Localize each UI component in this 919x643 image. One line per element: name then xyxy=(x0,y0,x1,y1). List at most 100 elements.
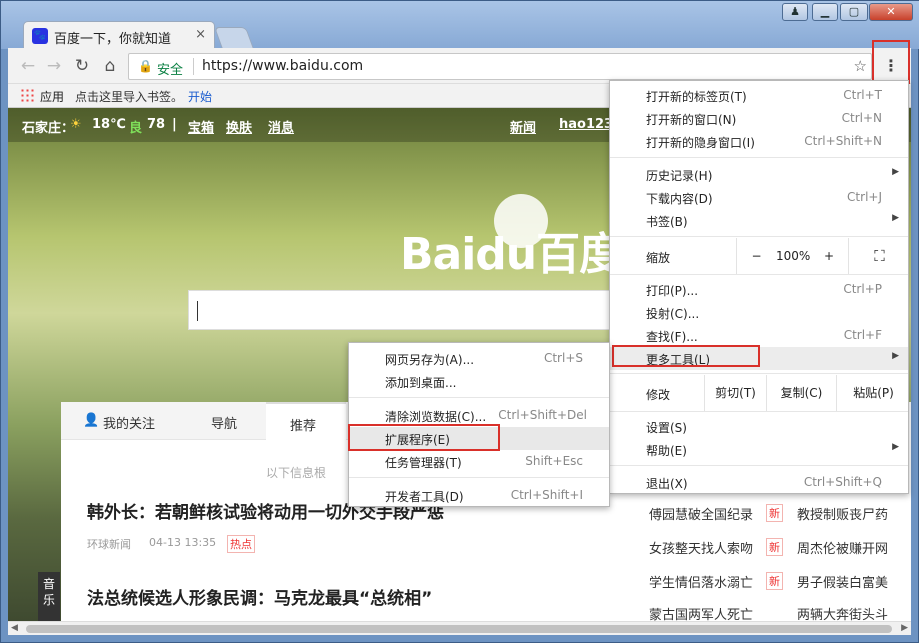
shortcut: Ctrl+Shift+N xyxy=(804,134,882,148)
back-button[interactable]: ← xyxy=(16,54,40,78)
apps-icon[interactable] xyxy=(20,88,34,102)
menu-print[interactable]: 打印(P)... Ctrl+P xyxy=(610,278,908,301)
new-badge: 新 xyxy=(766,572,783,590)
menu-label: 打开新的标签页(T) xyxy=(646,90,747,104)
maximize-button[interactable]: ▢ xyxy=(840,3,868,21)
tab-recommend[interactable]: 推荐 xyxy=(266,402,346,440)
home-button[interactable]: ⌂ xyxy=(98,54,122,78)
sun-icon: ☀ xyxy=(70,117,82,132)
hot-item[interactable]: 女孩整天找人索吻 xyxy=(649,538,753,557)
menu-new-tab[interactable]: 打开新的标签页(T) Ctrl+T xyxy=(610,84,908,107)
menu-divider xyxy=(610,274,908,275)
music-button[interactable]: 音乐 xyxy=(38,572,60,621)
menu-label: 打开新的窗口(N) xyxy=(646,113,737,127)
scroll-left-icon[interactable]: ◀ xyxy=(11,623,18,633)
horizontal-scrollbar[interactable]: ◀ ▶ xyxy=(8,621,911,635)
shortcut: Ctrl+N xyxy=(841,111,882,125)
menu-label: 退出(X) xyxy=(646,477,688,491)
news-headline[interactable]: 法总统候选人形象民调：马克龙最具“总统相” xyxy=(87,584,432,609)
menu-add-desktop[interactable]: 添加到桌面... xyxy=(349,370,609,393)
apps-label[interactable]: 应用 xyxy=(40,88,64,105)
menu-cast[interactable]: 投射(C)... xyxy=(610,301,908,324)
tab-title: 百度一下，你就知道 xyxy=(54,32,172,47)
tab-recommend-label: 推荐 xyxy=(290,419,317,434)
shortcut: Ctrl+J xyxy=(847,190,882,204)
fullscreen-icon[interactable]: ⛶ xyxy=(848,238,910,274)
hot-item[interactable]: 学生情侣落水溺亡 xyxy=(649,572,753,591)
hot-item[interactable]: 周杰伦被赚开网 xyxy=(797,538,888,557)
submenu-arrow-icon: ▶ xyxy=(892,213,899,223)
news-time: 04-13 13:35 xyxy=(149,536,217,549)
hot-item[interactable]: 蒙古国两军人死亡 xyxy=(649,604,753,621)
url-text[interactable]: https://www.baidu.com xyxy=(202,58,363,74)
tab-my-follow[interactable]: 我的关注 xyxy=(103,413,155,432)
baoxiang-link[interactable]: 宝箱 xyxy=(188,117,214,136)
paste-button[interactable]: 粘贴(P) xyxy=(836,375,910,411)
shortcut: Ctrl+Shift+Del xyxy=(498,408,587,422)
hot-item[interactable]: 男子假装白富美 xyxy=(797,572,888,591)
menu-label: 打印(P)... xyxy=(646,284,699,298)
user-icon[interactable]: ♟ xyxy=(782,3,808,21)
hot-item[interactable]: 教授制贩丧尸药 xyxy=(797,504,888,523)
news-link[interactable]: 新闻 xyxy=(510,117,536,136)
title-bar: 🐾 百度一下，你就知道 × ♟ ▁ ▢ ✕ xyxy=(1,1,919,50)
shortcut: Ctrl+S xyxy=(543,351,583,365)
air-quality-value: 78 xyxy=(147,117,166,132)
city-label: 石家庄： xyxy=(22,121,75,136)
new-tab-button[interactable] xyxy=(213,27,255,49)
menu-divider xyxy=(610,157,908,158)
tab-navigation[interactable]: 导航 xyxy=(211,413,237,432)
zoom-in-button[interactable]: + xyxy=(810,238,848,274)
menu-new-window[interactable]: 打开新的窗口(N) Ctrl+N xyxy=(610,107,908,130)
more-tools-highlight xyxy=(612,345,760,367)
menu-zoom-row: 缩放 − 100% + ⛶ xyxy=(610,238,908,274)
menu-divider xyxy=(610,236,908,237)
menu-incognito[interactable]: 打开新的隐身窗口(I) Ctrl+Shift+N xyxy=(610,130,908,153)
menu-label: 打开新的隐身窗口(I) xyxy=(646,136,755,150)
menu-edit-row: 修改 剪切(T) 复制(C) 粘贴(P) xyxy=(610,375,908,411)
menu-help[interactable]: 帮助(E) ▶ xyxy=(610,438,908,461)
menu-find[interactable]: 查找(F)... Ctrl+F xyxy=(610,324,908,347)
hot-tag: 热点 xyxy=(227,535,255,553)
menu-bookmarks[interactable]: 书签(B) ▶ xyxy=(610,209,908,232)
menu-label: 设置(S) xyxy=(646,421,687,435)
copy-button[interactable]: 复制(C) xyxy=(766,375,836,411)
menu-dev-tools[interactable]: 开发者工具(D) Ctrl+Shift+I xyxy=(349,484,609,507)
menu-divider xyxy=(610,411,908,412)
secure-label: 安全 xyxy=(157,63,184,78)
reload-button[interactable]: ↻ xyxy=(70,54,94,78)
menu-label: 帮助(E) xyxy=(646,444,687,458)
menu-divider xyxy=(349,397,609,398)
minimize-button[interactable]: ▁ xyxy=(812,3,838,21)
menu-settings[interactable]: 设置(S) xyxy=(610,415,908,438)
star-icon[interactable]: ☆ xyxy=(854,57,867,75)
scroll-right-icon[interactable]: ▶ xyxy=(901,623,908,633)
extensions-highlight xyxy=(348,424,500,451)
menu-save-as[interactable]: 网页另存为(A)... Ctrl+S xyxy=(349,347,609,370)
skin-link[interactable]: 换肤 xyxy=(226,117,252,136)
shortcut: Ctrl+F xyxy=(843,328,882,342)
hot-item[interactable]: 傅园慧破全国纪录 xyxy=(649,504,753,523)
hot-item[interactable]: 两辆大奔街头斗 xyxy=(797,604,888,621)
menu-task-manager[interactable]: 任务管理器(T) Shift+Esc xyxy=(349,450,609,473)
search-input[interactable] xyxy=(188,290,618,330)
messages-link[interactable]: 消息 xyxy=(268,117,294,136)
divider: | xyxy=(172,117,177,132)
baidu-paw-icon: 🐾 xyxy=(32,28,48,44)
cut-button[interactable]: 剪切(T) xyxy=(704,375,766,411)
tab-baidu[interactable]: 🐾 百度一下，你就知道 × xyxy=(23,21,215,50)
address-bar[interactable]: 🔒 安全 https://www.baidu.com ☆ xyxy=(128,53,872,80)
forward-button[interactable]: → xyxy=(42,54,66,78)
menu-downloads[interactable]: 下载内容(D) Ctrl+J xyxy=(610,186,908,209)
bookmarks-hint: 点击这里导入书签。 xyxy=(75,90,184,104)
close-tab-icon[interactable]: × xyxy=(195,27,206,42)
menu-exit[interactable]: 退出(X) Ctrl+Shift+Q xyxy=(610,471,908,494)
close-window-button[interactable]: ✕ xyxy=(869,3,913,21)
bookmarks-start-link[interactable]: 开始 xyxy=(188,88,212,105)
scrollbar-thumb[interactable] xyxy=(26,625,892,633)
menu-divider xyxy=(610,373,908,374)
baidu-logo: Baidu百度 xyxy=(400,229,623,280)
zoom-out-button[interactable]: − xyxy=(736,238,776,274)
hao123-link[interactable]: hao123 xyxy=(559,117,613,132)
menu-history[interactable]: 历史记录(H) ▶ xyxy=(610,163,908,186)
